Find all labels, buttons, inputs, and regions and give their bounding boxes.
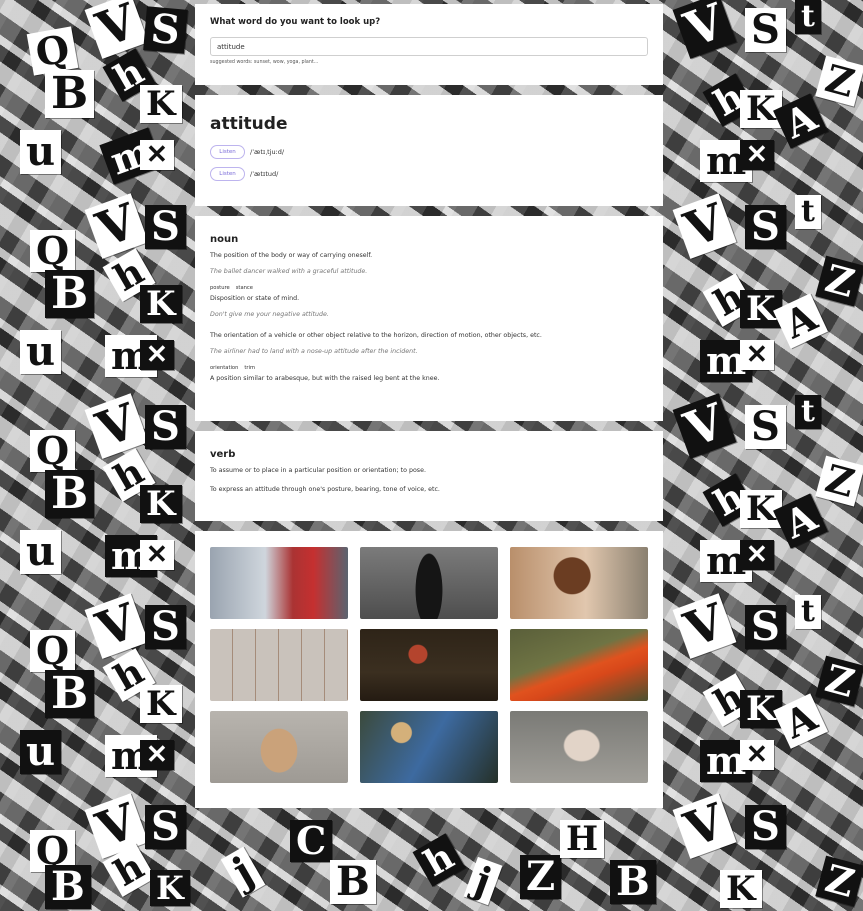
images-panel [195,531,663,808]
pronunciation-row: Listen /ˈætɪˌtjuːd/ [210,144,648,160]
listen-button[interactable]: Listen [210,145,245,159]
definition: To assume or to place in a particular po… [210,467,426,474]
example-sentence: The airliner had to land with a nose-up … [210,348,418,355]
synonym[interactable]: stance [236,285,253,291]
verb-panel: verb To assume or to place in a particul… [195,431,663,521]
photo-woman-portrait[interactable] [210,711,348,783]
photo-face-grid[interactable] [210,629,348,701]
photo-woman-hands-raised[interactable] [510,711,648,783]
photo-woman-red-jacket[interactable] [210,547,348,619]
search-input[interactable] [210,37,648,56]
photo-woman-pointing[interactable] [510,547,648,619]
part-of-speech: noun [210,234,239,245]
definition: The position of the body or way of carry… [210,252,373,259]
synonyms: orientation trim [210,365,648,371]
part-of-speech: verb [210,449,236,460]
definition: To express an attitude through one's pos… [210,486,440,493]
photo-person-black-suit[interactable] [360,547,498,619]
search-panel: What word do you want to look up? sugges… [195,4,663,85]
ipa-text: /ˈætɪˌtjuːd/ [250,148,285,156]
synonym[interactable]: orientation [210,365,238,371]
photo-woman-denim[interactable] [360,711,498,783]
synonyms: posture stance [210,285,648,291]
search-question: What word do you want to look up? [210,17,381,27]
noun-panel: noun The position of the body or way of … [195,216,663,421]
listen-button[interactable]: Listen [210,167,245,181]
synonym[interactable]: posture [210,285,230,291]
definition: A position similar to arabesque, but wit… [210,375,440,382]
synonym[interactable]: trim [244,365,255,371]
headword: attitude [210,114,288,134]
pronunciation-row: Listen /ˈætɪtud/ [210,166,648,182]
photo-woman-dark-background[interactable] [360,629,498,701]
ipa-text: /ˈætɪtud/ [250,170,279,178]
image-grid [210,547,648,783]
word-panel: attitude Listen /ˈætɪˌtjuːd/ Listen /ˈæt… [195,95,663,206]
photo-orange-dancer[interactable] [510,629,648,701]
suggested-words: suggested words: sunset, wow, yoga, plan… [210,60,319,65]
definition: The orientation of a vehicle or other ob… [210,332,542,339]
definition: Disposition or state of mind. [210,295,300,302]
example-sentence: Don't give me your negative attitude. [210,311,329,318]
example-sentence: The ballet dancer walked with a graceful… [210,268,368,275]
